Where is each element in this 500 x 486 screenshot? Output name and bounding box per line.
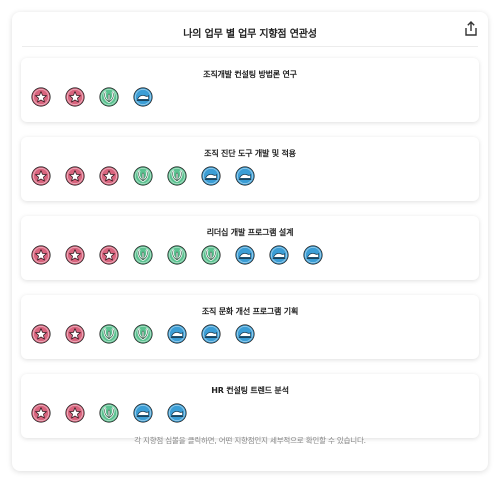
star-badge-icon[interactable] <box>31 403 51 423</box>
task-card: 조직개발 컨설팅 방법론 연구 <box>21 58 479 122</box>
seed-badge-icon[interactable] <box>99 324 119 344</box>
star-badge-icon[interactable] <box>65 87 85 107</box>
task-card: 리더십 개발 프로그램 설계 <box>21 216 479 280</box>
seed-badge-icon[interactable] <box>167 166 187 186</box>
wave-badge-icon[interactable] <box>201 166 221 186</box>
star-badge-icon[interactable] <box>65 403 85 423</box>
share-icon[interactable] <box>464 21 478 37</box>
star-badge-icon[interactable] <box>65 245 85 265</box>
wave-badge-icon[interactable] <box>269 245 289 265</box>
seed-badge-icon[interactable] <box>133 245 153 265</box>
task-title: HR 컨설팅 트렌드 분석 <box>211 386 289 395</box>
seed-badge-icon[interactable] <box>133 166 153 186</box>
task-title: 조직 진단 도구 개발 및 적용 <box>204 149 296 158</box>
wave-badge-icon[interactable] <box>133 87 153 107</box>
star-badge-icon[interactable] <box>99 166 119 186</box>
wave-badge-icon[interactable] <box>235 166 255 186</box>
star-badge-icon[interactable] <box>65 324 85 344</box>
seed-badge-icon[interactable] <box>99 403 119 423</box>
seed-badge-icon[interactable] <box>167 245 187 265</box>
task-title: 조직 문화 개선 프로그램 기획 <box>201 307 299 316</box>
relevance-panel: 나의 업무 별 업무 지향점 연관성 조직개발 컨설팅 방법론 연구 조직 진단… <box>12 12 488 471</box>
star-badge-icon[interactable] <box>31 245 51 265</box>
hint-text: 각 지향점 심볼을 클릭하면, 어떤 지향점인지 세부적으로 확인할 수 있습니… <box>134 436 366 445</box>
task-card: 조직 문화 개선 프로그램 기획 <box>21 295 479 359</box>
wave-badge-icon[interactable] <box>167 403 187 423</box>
task-title: 조직개발 컨설팅 방법론 연구 <box>203 70 297 79</box>
star-badge-icon[interactable] <box>31 166 51 186</box>
panel-header: 나의 업무 별 업무 지향점 연관성 <box>22 12 478 47</box>
wave-badge-icon[interactable] <box>235 324 255 344</box>
star-badge-icon[interactable] <box>65 166 85 186</box>
page-title: 나의 업무 별 업무 지향점 연관성 <box>183 29 317 40</box>
star-badge-icon[interactable] <box>99 245 119 265</box>
task-card: HR 컨설팅 트렌드 분석 <box>21 374 479 438</box>
seed-badge-icon[interactable] <box>133 324 153 344</box>
task-card: 조직 진단 도구 개발 및 적용 <box>21 137 479 201</box>
wave-badge-icon[interactable] <box>133 403 153 423</box>
wave-badge-icon[interactable] <box>235 245 255 265</box>
seed-badge-icon[interactable] <box>99 87 119 107</box>
wave-badge-icon[interactable] <box>201 324 221 344</box>
task-title: 리더십 개발 프로그램 설계 <box>206 228 294 237</box>
seed-badge-icon[interactable] <box>201 245 221 265</box>
wave-badge-icon[interactable] <box>303 245 323 265</box>
wave-badge-icon[interactable] <box>167 324 187 344</box>
star-badge-icon[interactable] <box>31 87 51 107</box>
star-badge-icon[interactable] <box>31 324 51 344</box>
